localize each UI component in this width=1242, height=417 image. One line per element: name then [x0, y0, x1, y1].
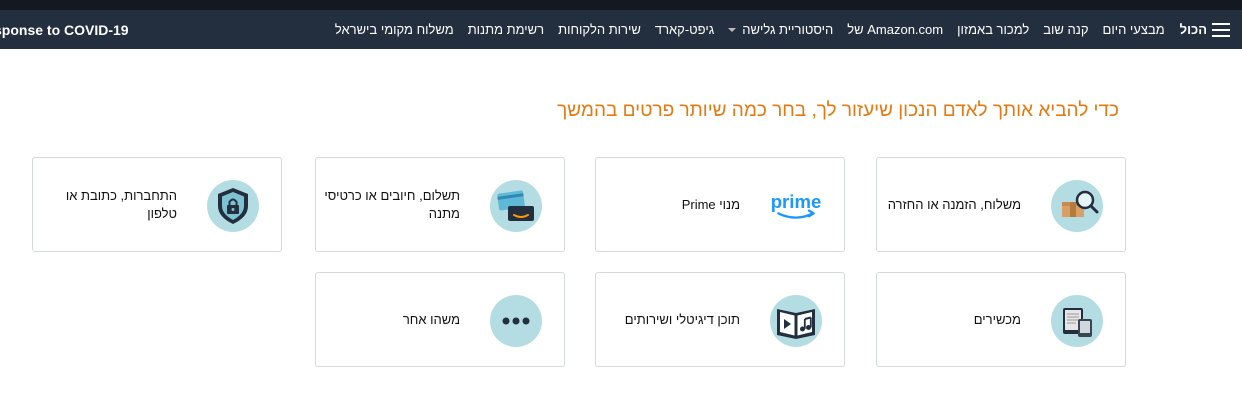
nav-browsing-history[interactable]: היסטוריית גלישה [728, 22, 833, 37]
nav-covid-promo[interactable]: sponse to COVID-19 [0, 10, 129, 49]
nav-covid-promo-label: sponse to COVID-19 [0, 21, 129, 38]
nav-gift-cards[interactable]: גיפט-קארד [655, 22, 714, 37]
nav-bar: הכול מבצעי היום קנה שוב למכור באמזון Ama… [0, 10, 1242, 49]
chevron-down-icon [728, 27, 737, 32]
nav-local-shipping[interactable]: משלוח מקומי בישראל [335, 22, 454, 37]
prime-logo-text: prime [771, 191, 822, 212]
card-digital-label: תוכן דיגיטלי ושירותים [624, 311, 740, 327]
nav-all-menu[interactable]: הכול [1180, 22, 1230, 37]
security-shield-icon [207, 180, 259, 232]
devices-icon [1051, 295, 1103, 347]
nav-customer-service[interactable]: שירות הלקוחות [558, 22, 641, 37]
card-orders-label: משלוח, הזמנה או החזרה [887, 196, 1021, 212]
card-devices-label: מכשירים [973, 311, 1021, 327]
card-payments[interactable]: תשלום, חיובים או כרטיסי מתנה [315, 157, 565, 252]
prime-logo-icon: prime [770, 180, 822, 232]
card-prime[interactable]: prime מנוי Prime [595, 157, 845, 252]
card-devices[interactable]: מכשירים [876, 272, 1126, 367]
card-orders[interactable]: משלוח, הזמנה או החזרה [876, 157, 1126, 252]
nav-registry[interactable]: רשימת מתנות [468, 22, 544, 37]
card-digital[interactable]: תוכן דיגיטלי ושירותים [595, 272, 845, 367]
payment-cards-icon [490, 180, 542, 232]
card-account-label: התחברות, כתובת או טלפון [65, 187, 177, 221]
page-heading: כדי להביא אותך לאדם הנכון שיעזור לך, בחר… [557, 100, 1119, 121]
package-search-icon [1051, 180, 1103, 232]
digital-content-icon [770, 295, 822, 347]
card-prime-label: מנוי Prime [681, 196, 740, 212]
card-other[interactable]: משהו אחר [315, 272, 565, 367]
nav-browsing-history-label: היסטוריית גלישה [742, 22, 834, 37]
nav-sell[interactable]: למכור באמזון [957, 22, 1029, 37]
card-account[interactable]: התחברות, כתובת או טלפון [32, 157, 282, 252]
nav-items: הכול מבצעי היום קנה שוב למכור באמזון Ama… [321, 10, 1242, 49]
nav-amazon-com[interactable]: Amazon.com של [847, 22, 943, 37]
more-dots-icon [490, 295, 542, 347]
nav-todays-deals[interactable]: מבצעי היום [1103, 22, 1165, 37]
nav-buy-again[interactable]: קנה שוב [1043, 22, 1088, 37]
card-other-label: משהו אחר [402, 311, 460, 327]
page: הכול מבצעי היום קנה שוב למכור באמזון Ama… [0, 0, 1242, 417]
nav-all-label: הכול [1179, 22, 1207, 37]
hamburger-icon[interactable] [1212, 22, 1230, 37]
card-payments-label: תשלום, חיובים או כרטיסי מתנה [324, 187, 460, 221]
top-strip [0, 0, 1242, 10]
